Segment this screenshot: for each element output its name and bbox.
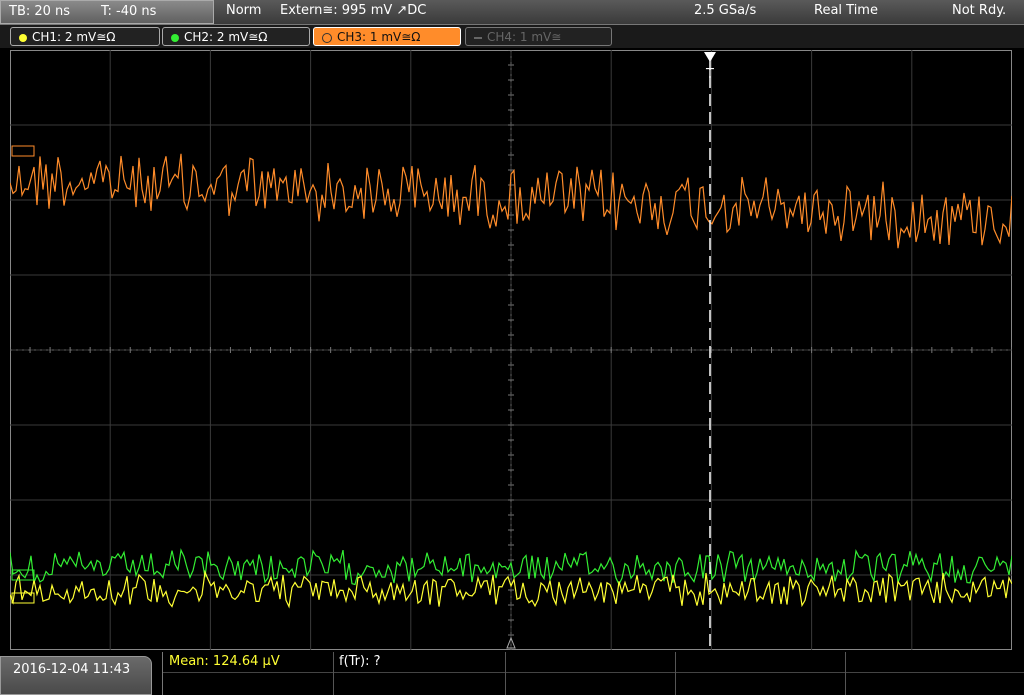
channel-3-button[interactable]: CH3: 1 mV≅Ω [313, 27, 461, 46]
datetime-label: 2016-12-04 11:43 [13, 662, 131, 677]
timebase-box[interactable]: TB: 20 ns T: -40 ns [0, 0, 214, 24]
measurement-mean[interactable]: Mean: 124.64 µV [169, 654, 280, 669]
measurement-freq[interactable]: f(Tr): ? [339, 654, 381, 669]
acquisition-state-label: Not Rdy. [952, 3, 1007, 18]
trigger-position-icon [704, 52, 716, 62]
trigger-mode-label[interactable]: Norm [226, 3, 261, 18]
measurement-divider [845, 652, 846, 695]
channel-1-dot-icon [19, 33, 27, 42]
sample-rate-label: 2.5 GSa/s [694, 3, 757, 18]
measurement-divider [505, 652, 506, 695]
acquisition-mode-label: Real Time [814, 3, 878, 18]
trigger-source-label[interactable]: Extern≅: 995 mV ↗DC [280, 3, 426, 18]
channel-2-button[interactable]: CH2: 2 mV≅Ω [162, 27, 310, 46]
timebase-label: TB: 20 ns [9, 4, 71, 19]
channel-2-label: CH2: 2 mV≅Ω [184, 30, 268, 44]
measurement-panel[interactable]: Mean: 124.64 µV f(Tr): ? [162, 652, 1024, 695]
graticule-grid [10, 50, 1012, 650]
channel-1-label: CH1: 2 mV≅Ω [32, 30, 116, 44]
datetime-box: 2016-12-04 11:43 [0, 656, 152, 695]
waveform-display[interactable]: T [10, 50, 1012, 650]
channel-3-dot-icon [322, 32, 332, 43]
channel-4-off-icon [474, 36, 482, 39]
channel-bar: CH1: 2 mV≅Ω CH2: 2 mV≅Ω CH3: 1 mV≅Ω CH4:… [0, 25, 1024, 48]
channel-4-button[interactable]: CH4: 1 mV≅ [465, 27, 612, 46]
channel-1-button[interactable]: CH1: 2 mV≅Ω [10, 27, 160, 46]
measurement-row [163, 652, 1024, 673]
status-bar: TB: 20 ns T: -40 ns Norm Extern≅: 995 mV… [0, 0, 1024, 25]
channel-2-dot-icon [171, 33, 179, 42]
trigger-time-label: T: -40 ns [101, 4, 157, 19]
trigger-marker-label: T [705, 67, 714, 82]
measurement-divider [333, 652, 334, 695]
channel-3-label: CH3: 1 mV≅Ω [337, 30, 421, 44]
measurement-divider [675, 652, 676, 695]
channel-4-label: CH4: 1 mV≅ [487, 30, 562, 44]
channel-3-ground-marker-icon [11, 145, 35, 157]
